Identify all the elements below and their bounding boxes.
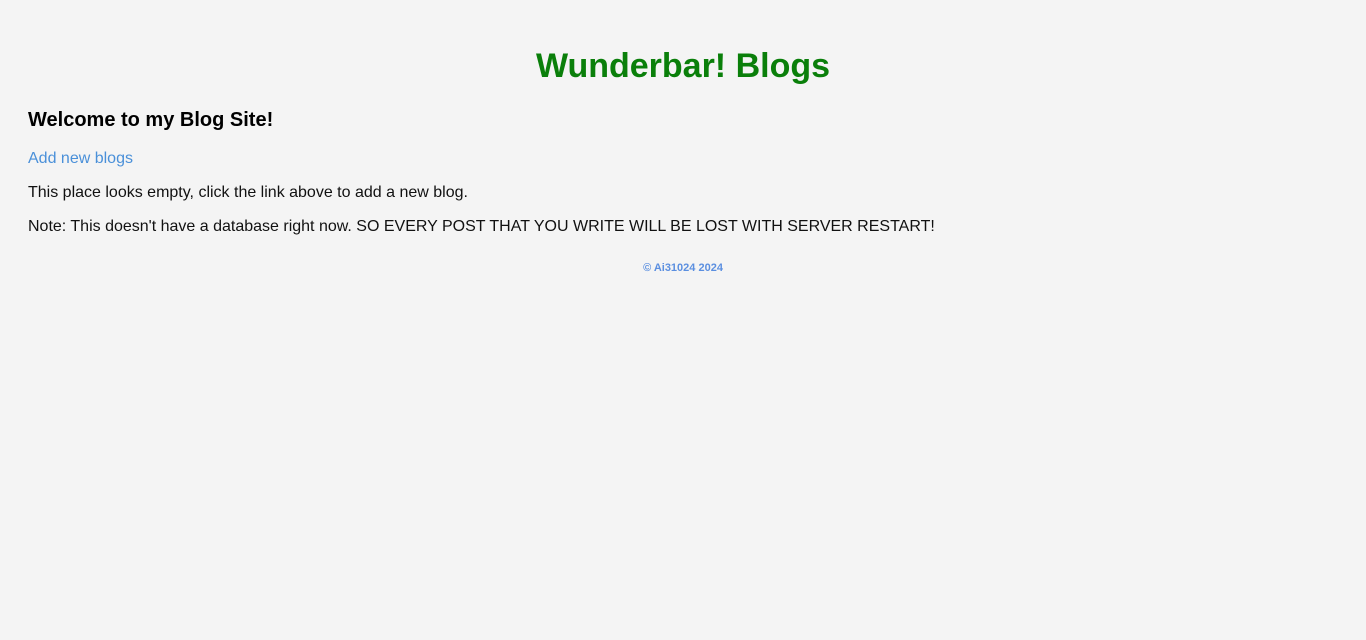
add-new-blogs-link[interactable]: Add new blogs (28, 149, 133, 169)
footer-copyright: © Ai31024 2024 (643, 262, 723, 274)
page: Wunderbar! Blogs Welcome to my Blog Site… (0, 0, 1366, 640)
site-title: Wunderbar! Blogs (535, 47, 831, 85)
welcome-heading: Welcome to my Blog Site! (28, 109, 274, 131)
database-note: Note: This doesn't have a database right… (28, 218, 935, 235)
empty-state-message: This place looks empty, click the link a… (28, 184, 468, 201)
